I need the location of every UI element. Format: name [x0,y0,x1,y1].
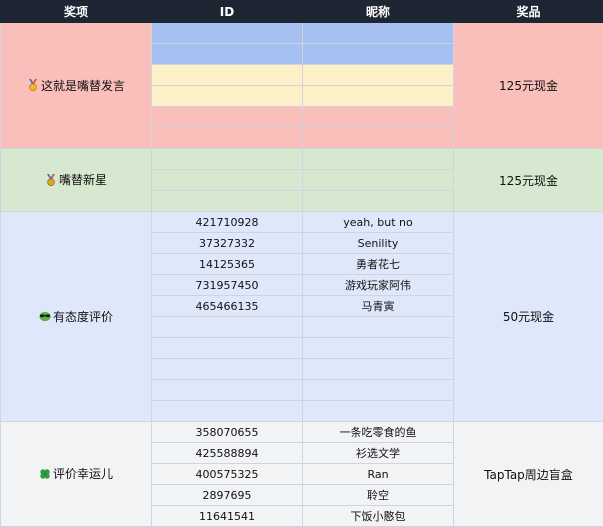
winner-id-cell [152,86,303,107]
winner-nickname-cell [303,317,454,338]
winner-id-cell [152,107,303,128]
winner-nickname-cell: Senility [303,233,454,254]
header-award: 奖项 [1,1,152,23]
prize-cell: 125元现金 [454,23,603,149]
header-id: ID [152,1,303,23]
winner-nickname-cell [303,338,454,359]
winner-id-cell: 2897695 [152,485,303,506]
table-header: 奖项 ID 昵称 奖品 [1,1,603,23]
winner-nickname-cell [303,86,454,107]
award-name: 评价幸运儿 [53,465,113,482]
winner-id-cell [152,149,303,170]
header-prize: 奖品 [454,1,603,23]
silver-medal-icon [45,174,57,186]
winner-id-cell [152,191,303,212]
winner-id-cell [152,65,303,86]
winner-nickname-cell [303,170,454,191]
winner-nickname-cell: 下饭小憨包 [303,506,454,527]
winner-nickname-cell: 一条吃零食的鱼 [303,422,454,443]
winner-nickname-cell: yeah, but no [303,212,454,233]
prize-cell: 50元现金 [454,212,603,422]
winner-id-cell [152,128,303,149]
winner-nickname-cell [303,107,454,128]
award-label-group: 评价幸运儿 [39,465,113,482]
table-row: 评价幸运儿358070655一条吃零食的鱼TapTap周边盲盒 [1,422,603,443]
winner-nickname-cell [303,44,454,65]
winner-id-cell: 425588894 [152,443,303,464]
winner-id-cell [152,380,303,401]
winner-id-cell: 400575325 [152,464,303,485]
table-body: 这就是嘴替发言125元现金嘴替新星125元现金有态度评价421710928yea… [1,23,603,527]
winner-id-cell: 37327332 [152,233,303,254]
table-row: 嘴替新星125元现金 [1,149,603,170]
table-row: 有态度评价421710928yeah, but no50元现金 [1,212,603,233]
winner-nickname-cell [303,65,454,86]
winner-nickname-cell [303,23,454,44]
winner-nickname-cell: Ran [303,464,454,485]
award-cell: 这就是嘴替发言 [1,23,152,149]
gold-medal-icon [27,79,39,91]
award-label-group: 有态度评价 [39,308,113,325]
winner-nickname-cell [303,128,454,149]
header-nickname: 昵称 [303,1,454,23]
winner-id-cell [152,401,303,422]
award-name: 这就是嘴替发言 [41,77,125,94]
winner-id-cell: 358070655 [152,422,303,443]
winner-id-cell [152,359,303,380]
award-cell: 评价幸运儿 [1,422,152,527]
winner-id-cell [152,44,303,65]
winner-nickname-cell: 衫选文学 [303,443,454,464]
awards-table: 奖项 ID 昵称 奖品 这就是嘴替发言125元现金嘴替新星125元现金有态度评价… [0,0,603,527]
winner-id-cell: 465466135 [152,296,303,317]
winner-nickname-cell: 游戏玩家阿伟 [303,275,454,296]
winner-nickname-cell: 聆空 [303,485,454,506]
winner-nickname-cell [303,359,454,380]
winner-id-cell [152,317,303,338]
table-row: 这就是嘴替发言125元现金 [1,23,603,44]
prize-cell: TapTap周边盲盒 [454,422,603,527]
four-leaf-clover-icon [39,468,51,480]
award-label-group: 这就是嘴替发言 [27,77,125,94]
winner-nickname-cell [303,401,454,422]
award-cell: 嘴替新星 [1,149,152,212]
winner-nickname-cell [303,149,454,170]
header-row: 奖项 ID 昵称 奖品 [1,1,603,23]
winner-id-cell [152,170,303,191]
award-label-group: 嘴替新星 [45,171,107,188]
sunglasses-emoji-icon [39,310,51,322]
award-name: 嘴替新星 [59,171,107,188]
winner-nickname-cell: 勇者花七 [303,254,454,275]
winner-nickname-cell [303,380,454,401]
winner-id-cell [152,23,303,44]
award-name: 有态度评价 [53,308,113,325]
winner-id-cell: 421710928 [152,212,303,233]
winner-nickname-cell: 马青寅 [303,296,454,317]
winner-id-cell: 731957450 [152,275,303,296]
award-cell: 有态度评价 [1,212,152,422]
winner-id-cell: 14125365 [152,254,303,275]
winner-nickname-cell [303,191,454,212]
prize-cell: 125元现金 [454,149,603,212]
winner-id-cell [152,338,303,359]
winner-id-cell: 11641541 [152,506,303,527]
